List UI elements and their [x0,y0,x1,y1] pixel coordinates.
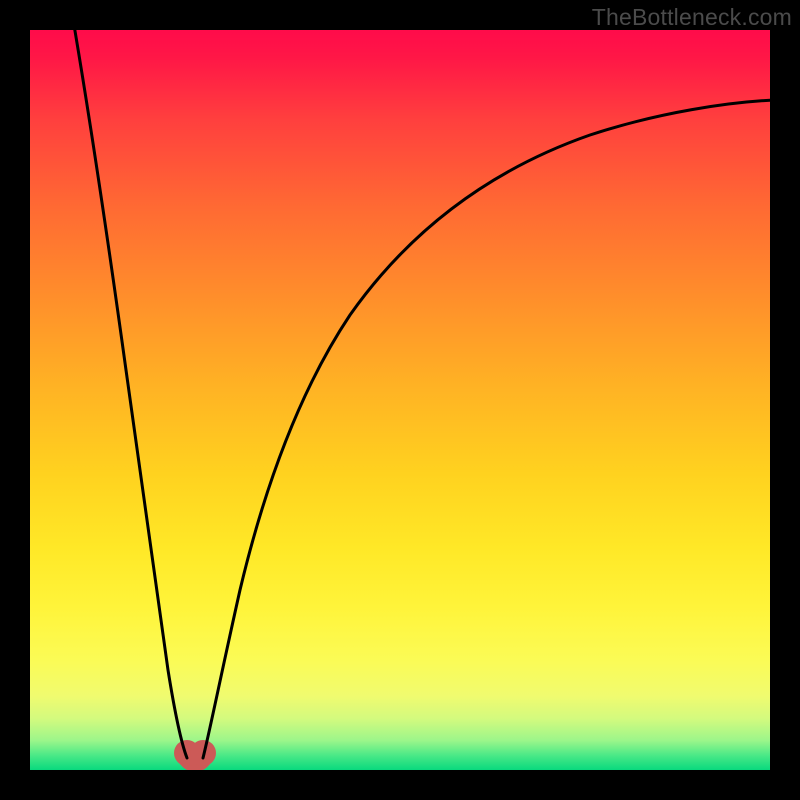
watermark-text: TheBottleneck.com [592,4,792,31]
outer-frame: TheBottleneck.com [0,0,800,800]
curve-left-branch [74,30,187,758]
plot-area [30,30,770,770]
valley-markers [174,740,216,766]
curve-layer [30,30,770,770]
curve-right-branch [203,100,770,758]
